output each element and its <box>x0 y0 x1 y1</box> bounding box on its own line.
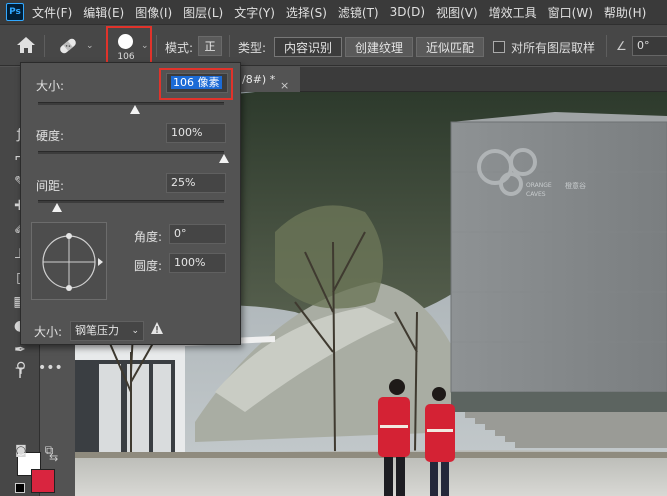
menu-3d[interactable]: 3D(D) <box>390 5 425 19</box>
mode-label: 模式: <box>165 41 194 55</box>
sample-all-layers-label: 对所有图层取样 <box>511 41 596 55</box>
background-color-swatch[interactable] <box>31 469 55 493</box>
screen-mode-icon[interactable]: ⧉ <box>38 439 60 461</box>
brush-angle-field[interactable]: 0° <box>632 36 667 56</box>
brush-options-popup: 大小: 106 像素 硬度: 100% 间距: 25% 角度: 0° 圆度: 1… <box>20 62 241 345</box>
type-label: 类型: <box>238 41 267 55</box>
sign-text-en2: CAVES <box>526 191 546 198</box>
warning-icon <box>151 322 163 334</box>
tool-preset-chevron-icon[interactable]: ⌄ <box>86 41 94 51</box>
more-tools-icon[interactable]: ••• <box>38 357 63 379</box>
menu-layer[interactable]: 图层(L) <box>183 4 223 21</box>
pressure-size-label: 大小: <box>34 325 63 339</box>
roundness-label: 圆度: <box>134 259 163 273</box>
menu-edit[interactable]: 编辑(E) <box>83 4 124 21</box>
spacing-slider-track[interactable] <box>38 200 224 203</box>
pressure-select-value: 钢笔压力 <box>75 324 119 337</box>
spacing-field[interactable]: 25% <box>166 173 226 193</box>
sign-text-en: ORANGE <box>526 182 552 189</box>
size-value-number: 106 <box>173 76 194 89</box>
pressure-select[interactable]: 钢笔压力 ⌄ <box>70 321 144 341</box>
angle-field[interactable]: 0° <box>169 224 226 244</box>
sample-all-layers-checkbox[interactable] <box>493 41 505 53</box>
size-field[interactable]: 106 像素 <box>166 73 228 93</box>
separator <box>606 35 607 57</box>
type-proximity-match-button[interactable]: 近似匹配 <box>416 37 484 57</box>
brush-tip-icon <box>118 34 133 49</box>
document-tab-title: /8#) * <box>242 73 276 86</box>
brush-angle-roundness-preview[interactable] <box>31 222 107 300</box>
zoom-tool-icon[interactable]: ⚲ <box>10 357 32 379</box>
angle-icon: ∠ <box>616 39 627 53</box>
type-create-texture-button[interactable]: 创建纹理 <box>345 37 413 57</box>
spacing-label: 间距: <box>36 179 65 193</box>
size-value-unit: 像素 <box>197 76 220 89</box>
document-tab[interactable]: /8#) * × <box>240 67 300 92</box>
chevron-down-icon: ⌄ <box>131 326 139 336</box>
brush-picker-chevron-icon[interactable]: ⌄ <box>141 41 149 51</box>
separator <box>229 35 230 57</box>
document-tab-strip: /8#) * × <box>240 67 667 92</box>
size-label: 大小: <box>36 79 65 93</box>
separator <box>44 35 45 57</box>
hardness-field[interactable]: 100% <box>166 123 226 143</box>
size-slider-thumb[interactable] <box>129 105 140 114</box>
angle-label: 角度: <box>134 230 163 244</box>
sign-text-cn: 橙意谷 <box>565 181 586 190</box>
menu-plugins[interactable]: 增效工具 <box>489 4 537 21</box>
spacing-slider-thumb[interactable] <box>51 203 62 212</box>
size-value-selected: 106 像素 <box>171 76 222 89</box>
mode-select[interactable]: 正 <box>198 36 222 56</box>
home-icon[interactable] <box>16 36 36 54</box>
menu-file[interactable]: 文件(F) <box>32 4 72 21</box>
menu-select[interactable]: 选择(S) <box>286 4 327 21</box>
separator <box>156 35 157 57</box>
photoshop-logo[interactable]: Ps <box>6 3 24 21</box>
type-content-aware-button[interactable]: 内容识别 <box>274 37 342 57</box>
menu-filter[interactable]: 滤镜(T) <box>338 4 379 21</box>
menu-window[interactable]: 窗口(W) <box>548 4 593 21</box>
hardness-label: 硬度: <box>36 129 65 143</box>
roundness-field[interactable]: 100% <box>169 253 226 273</box>
quick-mask-icon[interactable]: ◙ <box>10 439 32 461</box>
menu-image[interactable]: 图像(I) <box>135 4 172 21</box>
default-colors-icon[interactable] <box>15 483 25 493</box>
menu-bar: Ps 文件(F) 编辑(E) 图像(I) 图层(L) 文字(Y) 选择(S) 滤… <box>0 0 667 24</box>
brush-size-readout: 106 <box>117 52 135 62</box>
options-bar: ⌄ 106 ⌄ 模式: 正 类型: 内容识别 创建纹理 近似匹配 对所有图层取样… <box>0 24 667 66</box>
spot-healing-brush-icon[interactable] <box>56 35 80 57</box>
hardness-slider-track[interactable] <box>38 151 224 154</box>
hardness-slider-thumb[interactable] <box>219 154 229 163</box>
menu-type[interactable]: 文字(Y) <box>234 4 275 21</box>
menu-help[interactable]: 帮助(H) <box>604 4 646 21</box>
menu-view[interactable]: 视图(V) <box>436 4 478 21</box>
